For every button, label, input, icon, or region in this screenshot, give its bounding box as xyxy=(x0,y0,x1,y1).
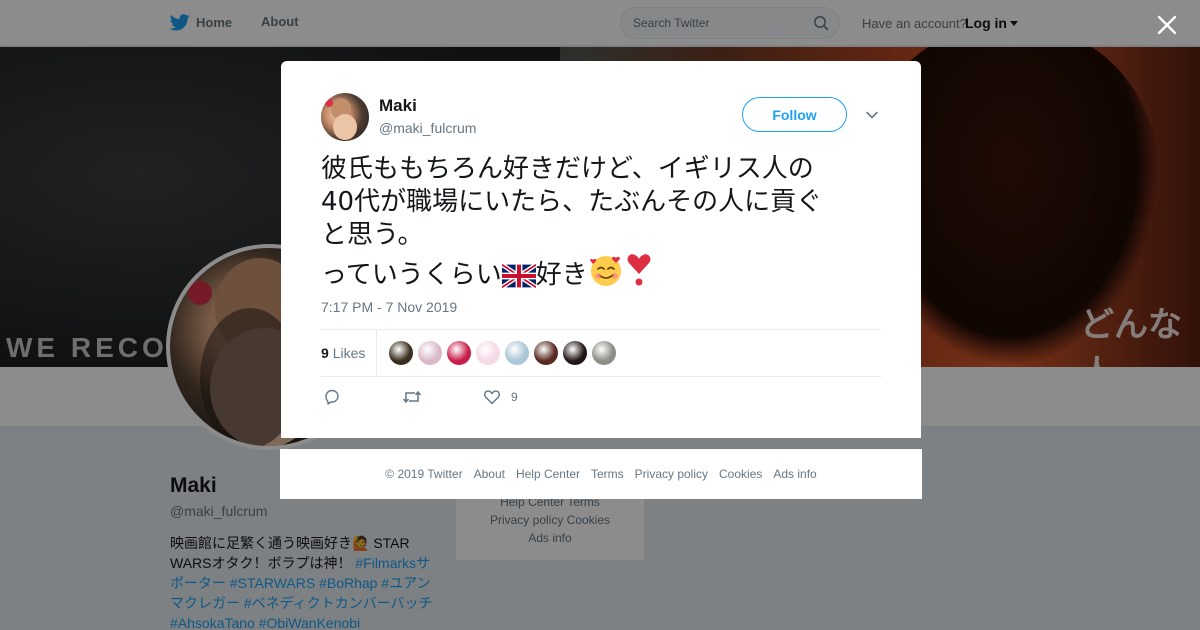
liker-avatar[interactable] xyxy=(505,341,529,365)
footer-link[interactable]: Ads info xyxy=(773,467,816,481)
footer-link[interactable]: Help Center xyxy=(516,467,580,481)
footer-link[interactable]: © 2019 Twitter xyxy=(385,467,462,481)
footer-link[interactable]: Terms xyxy=(591,467,624,481)
heart-exclamation-emoji xyxy=(627,254,651,286)
tweet-stats: 9 Likes xyxy=(321,329,881,377)
liker-avatar[interactable] xyxy=(447,341,471,365)
tweet-text-line: と思う。 xyxy=(321,220,424,250)
liker-avatar[interactable] xyxy=(389,341,413,365)
tweet-text-line: 40代が職場にいたら、たぶんその人に貢ぐ xyxy=(321,187,823,217)
footer-link[interactable]: Privacy policy xyxy=(635,467,708,481)
like-button[interactable]: 9 xyxy=(483,388,518,406)
liker-avatar[interactable] xyxy=(418,341,442,365)
like-count: 9 xyxy=(511,390,518,404)
author-avatar[interactable] xyxy=(321,93,369,141)
footer-link[interactable]: About xyxy=(474,467,505,481)
author-avatar-photo xyxy=(325,98,357,140)
heart-icon xyxy=(484,390,500,405)
follow-button[interactable]: Follow xyxy=(742,97,847,132)
reply-button[interactable] xyxy=(323,388,341,406)
liker-avatar[interactable] xyxy=(534,341,558,365)
footer-link[interactable]: Cookies xyxy=(719,467,762,481)
tweet-modal: Maki @maki_fulcrum Follow 彼氏ももちろん好きだけど、イ… xyxy=(281,61,921,438)
liker-avatar[interactable] xyxy=(476,341,500,365)
close-icon[interactable] xyxy=(1156,14,1178,36)
tweet-text-line: 好き xyxy=(535,260,588,290)
uk-flag-emoji xyxy=(501,264,536,288)
retweet-icon xyxy=(402,390,422,404)
modal-footer: © 2019 Twitter About Help Center Terms Priva… xyxy=(280,449,922,499)
likes-number: 9 xyxy=(321,345,329,361)
liker-avatar[interactable] xyxy=(592,341,616,365)
likers-avatars xyxy=(389,341,616,365)
likes-count[interactable]: 9 Likes xyxy=(321,345,365,361)
chevron-down-icon[interactable] xyxy=(865,108,879,122)
tweet-actions: 9 xyxy=(321,386,881,410)
smiling-hearts-emoji xyxy=(589,256,621,286)
author-handle[interactable]: @maki_fulcrum xyxy=(379,120,476,136)
retweet-button[interactable] xyxy=(402,388,422,406)
likes-label: Likes xyxy=(332,345,366,361)
tweet-text-line: っていうくらい xyxy=(321,260,502,290)
liker-avatar[interactable] xyxy=(563,341,587,365)
tweet-timestamp[interactable]: 7:17 PM - 7 Nov 2019 xyxy=(321,299,457,315)
stats-divider xyxy=(376,330,377,377)
tweet-text-line: 彼氏ももちろん好きだけど、イギリス人の xyxy=(321,154,814,184)
author-name[interactable]: Maki xyxy=(379,96,417,116)
reply-icon xyxy=(325,389,339,405)
tweet-text: 彼氏ももちろん好きだけど、イギリス人の 40代が職場にいたら、たぶんその人に貢ぐ… xyxy=(321,153,881,292)
